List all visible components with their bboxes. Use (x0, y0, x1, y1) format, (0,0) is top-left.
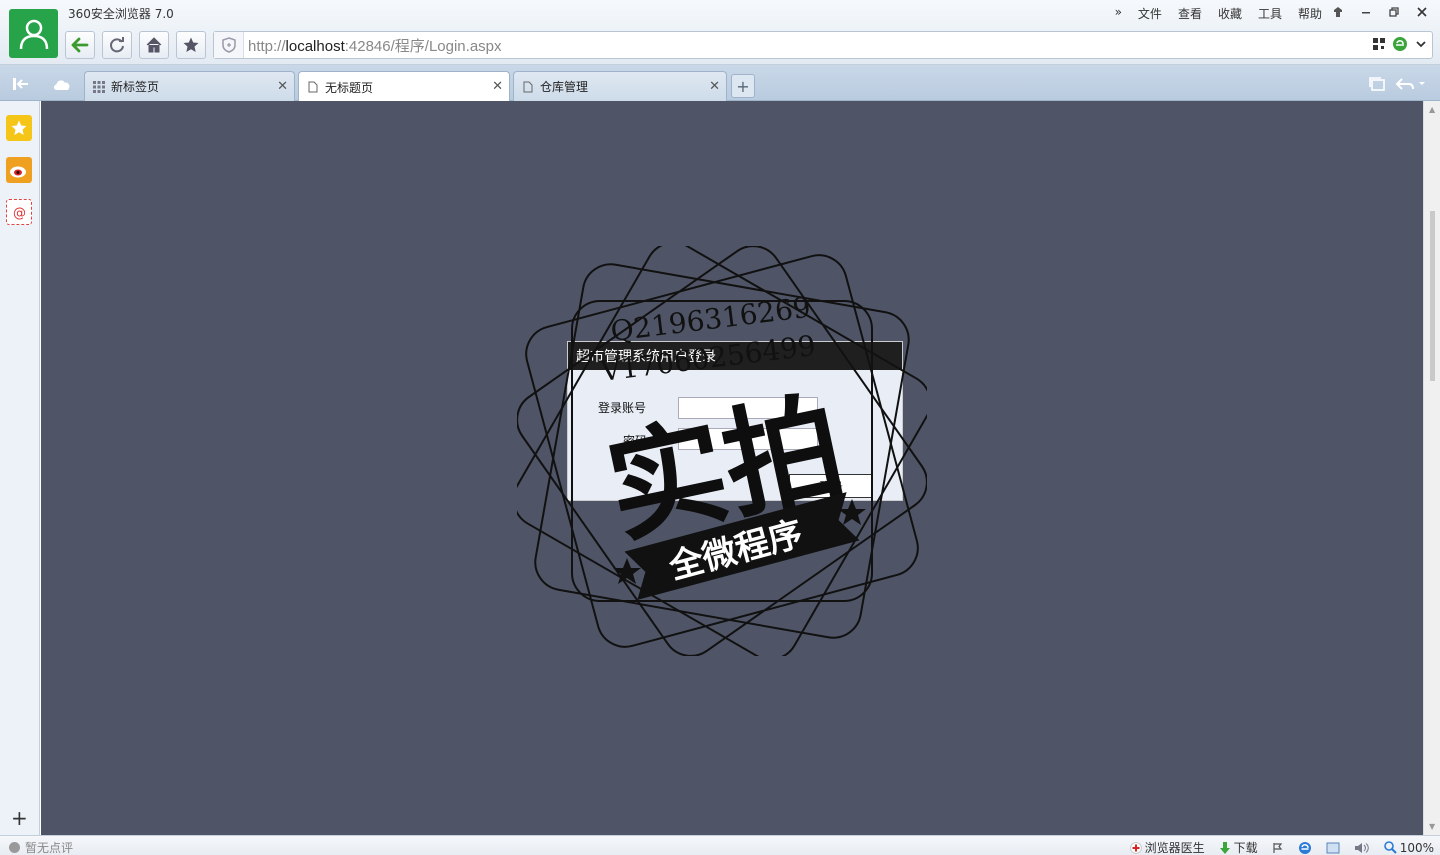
mail-icon[interactable]: @ (6, 199, 32, 225)
status-tools: 浏览器医生 下载 100% (1129, 839, 1434, 855)
page-icon (522, 81, 534, 93)
status-bar: 暂无点评 浏览器医生 下载 100% (0, 835, 1440, 855)
login-button[interactable]: 登录 (789, 474, 873, 498)
shield-icon[interactable] (214, 32, 244, 58)
scroll-down-icon[interactable]: ▼ (1429, 822, 1435, 831)
ie-icon (1298, 841, 1311, 854)
star-icon (613, 558, 641, 584)
home-button[interactable] (139, 31, 169, 59)
favorites-star-icon[interactable] (6, 115, 32, 141)
refresh-button[interactable] (102, 31, 132, 59)
download-label: 下载 (1233, 841, 1258, 855)
flag-icon (1273, 842, 1282, 853)
url-prefix: http:// (248, 37, 286, 55)
scroll-up-icon[interactable]: ▲ (1429, 105, 1435, 114)
url-path: :42846/程序/Login.aspx (344, 37, 502, 55)
watermark-banner: 全微程序 (664, 514, 807, 588)
tab-warehouse[interactable]: 仓库管理 ✕ (513, 71, 727, 101)
rating-status[interactable]: 暂无点评 (8, 839, 73, 855)
page-content: 超市管理系统用户登录 登录账号 密码 登录 Q2196316269 V17060… (41, 101, 1423, 835)
url-host: localhost (285, 37, 345, 55)
skin-icon[interactable] (1330, 3, 1346, 21)
grid-icon (93, 80, 105, 93)
back-arrow-icon (71, 37, 89, 53)
user-icon (19, 19, 48, 49)
tab-bar: 新标签页 ✕ 无标题页 ✕ 仓库管理 ✕ + (0, 65, 1440, 102)
qrcode-icon[interactable] (1372, 37, 1386, 51)
star-icon (838, 499, 866, 525)
menu-more[interactable]: » (1115, 5, 1122, 22)
account-label: 登录账号 (598, 401, 647, 415)
close-window-icon[interactable] (1414, 3, 1430, 21)
menu-tools[interactable]: 工具 (1258, 5, 1282, 22)
add-sidebar-item-button[interactable]: + (11, 806, 28, 830)
close-icon[interactable]: ✕ (709, 79, 720, 94)
browser-doctor[interactable]: 浏览器医生 (1129, 839, 1205, 855)
rating-text: 暂无点评 (25, 841, 74, 855)
nav-toolbar: http://localhost:42846/程序/Login.aspx (0, 27, 1440, 65)
menu-file[interactable]: 文件 (1138, 5, 1162, 22)
window-icon (1326, 842, 1340, 853)
watermark-line1: Q2196316269 (609, 291, 813, 348)
close-icon[interactable]: ✕ (492, 79, 503, 94)
sidebar: @ + (0, 101, 40, 835)
password-input[interactable] (678, 428, 818, 450)
weibo-icon[interactable] (6, 157, 32, 183)
svg-text:@: @ (13, 206, 26, 220)
zoom-icon (1383, 841, 1397, 854)
window-controls (1330, 3, 1430, 21)
scroll-thumb[interactable] (1430, 211, 1435, 381)
cloud-icon[interactable] (52, 78, 72, 91)
sidebar-toggle-icon[interactable] (12, 77, 30, 91)
tab-new[interactable]: 新标签页 ✕ (84, 71, 295, 101)
page-icon (307, 81, 319, 93)
ie-mode-icon[interactable] (1392, 36, 1408, 52)
url-text[interactable]: http://localhost:42846/程序/Login.aspx (244, 35, 502, 56)
title-bar: 360安全浏览器 7.0 » 文件 查看 收藏 工具 帮助 (0, 0, 1440, 27)
tab-untitled[interactable]: 无标题页 ✕ (298, 71, 510, 102)
home-icon (146, 37, 162, 53)
account-input[interactable] (678, 397, 818, 419)
restore-icon[interactable] (1386, 3, 1402, 21)
volume-icon (1354, 842, 1369, 853)
ie-status[interactable] (1298, 841, 1312, 855)
new-tab-button[interactable]: + (731, 74, 755, 98)
zoom-status[interactable]: 100% (1383, 840, 1434, 855)
window-status[interactable] (1326, 842, 1340, 854)
address-tools (1372, 36, 1428, 52)
doctor-icon (1129, 841, 1142, 854)
zoom-label: 100% (1399, 840, 1434, 855)
login-panel: 超市管理系统用户登录 登录账号 密码 登录 (567, 341, 903, 501)
flag-status[interactable] (1272, 842, 1284, 854)
password-label: 密码 (623, 434, 648, 448)
tab-label: 新标签页 (111, 80, 160, 94)
doctor-label: 浏览器医生 (1144, 841, 1205, 855)
chevron-down-icon[interactable] (1414, 37, 1428, 51)
undo-close-icon[interactable] (1395, 77, 1425, 91)
back-button[interactable] (65, 31, 95, 59)
menu-bar: » 文件 查看 收藏 工具 帮助 (1115, 5, 1322, 22)
favorite-button[interactable] (176, 31, 206, 59)
address-bar[interactable]: http://localhost:42846/程序/Login.aspx (213, 31, 1433, 59)
download-status[interactable]: 下载 (1219, 839, 1258, 855)
menu-view[interactable]: 查看 (1178, 5, 1202, 22)
tab-label: 无标题页 (325, 80, 374, 95)
login-title: 超市管理系统用户登录 (568, 342, 902, 370)
menu-help[interactable]: 帮助 (1298, 5, 1322, 22)
download-icon (1219, 841, 1230, 854)
app-title: 360安全浏览器 7.0 (68, 7, 174, 21)
user-avatar[interactable] (9, 9, 58, 58)
star-icon (183, 37, 199, 52)
tab-label: 仓库管理 (540, 80, 589, 94)
volume-status[interactable] (1354, 842, 1370, 854)
close-icon[interactable]: ✕ (277, 79, 288, 94)
refresh-icon (110, 37, 124, 53)
minimize-icon[interactable] (1358, 3, 1374, 21)
rating-icon (9, 842, 20, 853)
restore-tabs-icon[interactable] (1368, 76, 1386, 92)
vertical-scrollbar[interactable]: ▲ ▼ (1423, 101, 1440, 835)
menu-favorites[interactable]: 收藏 (1218, 5, 1242, 22)
